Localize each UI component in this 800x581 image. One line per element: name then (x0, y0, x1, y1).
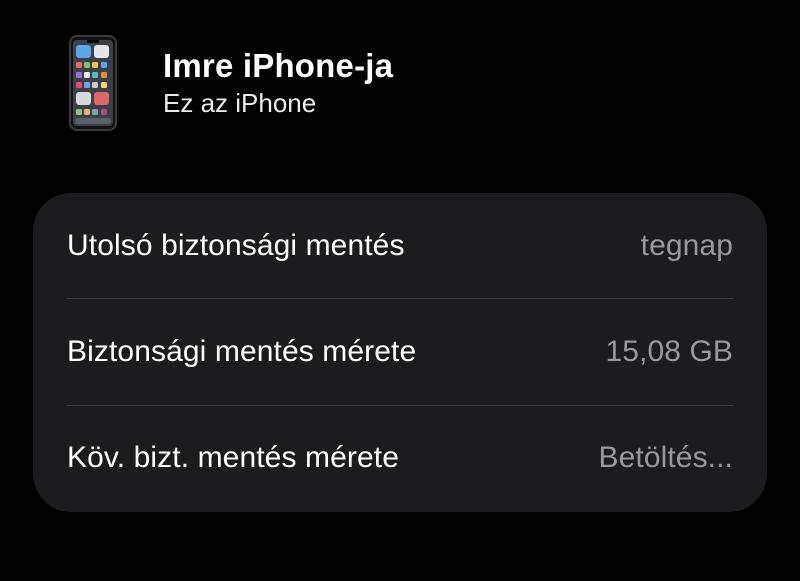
last-backup-label: Utolsó biztonsági mentés (67, 229, 405, 262)
next-backup-size-value: Betöltés... (598, 441, 733, 474)
device-header: Imre iPhone-ja Ez az iPhone (68, 34, 393, 132)
backup-size-value: 15,08 GB (605, 335, 733, 368)
last-backup-value: tegnap (640, 229, 733, 262)
backup-size-row: Biztonsági mentés mérete 15,08 GB (67, 299, 733, 405)
backup-size-label: Biztonsági mentés mérete (67, 335, 417, 368)
device-name: Imre iPhone-ja (163, 47, 394, 84)
device-info: Imre iPhone-ja Ez az iPhone (163, 34, 393, 120)
backup-info-card: Utolsó biztonsági mentés tegnap Biztonsá… (33, 193, 767, 512)
next-backup-size-label: Köv. bizt. mentés mérete (67, 441, 399, 474)
device-subtitle: Ez az iPhone (163, 88, 317, 118)
next-backup-size-row: Köv. bizt. mentés mérete Betöltés... (67, 405, 733, 511)
backup-settings-screen: Imre iPhone-ja Ez az iPhone Utolsó bizto… (0, 0, 800, 581)
last-backup-row: Utolsó biztonsági mentés tegnap (67, 193, 733, 299)
iphone-icon (68, 34, 118, 132)
